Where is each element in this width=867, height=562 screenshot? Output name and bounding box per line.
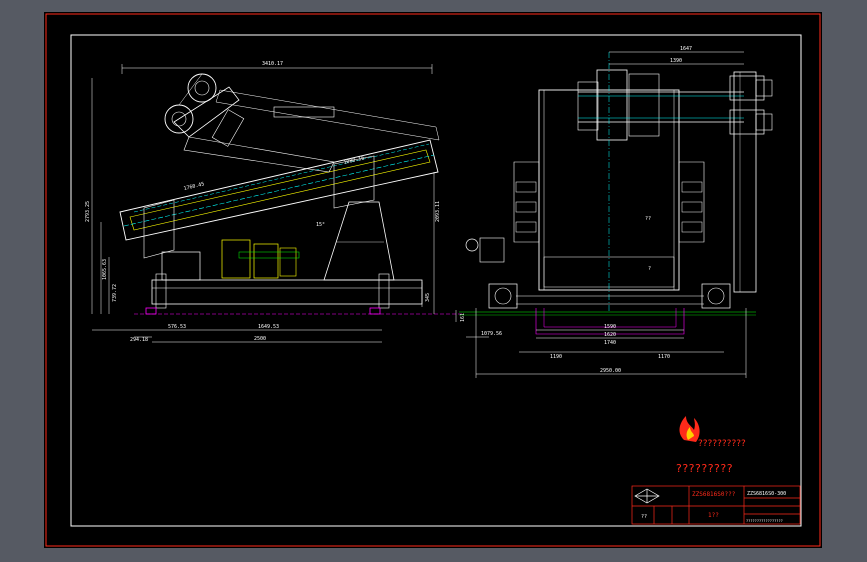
dim-inner-2: 1620 [604, 332, 616, 338]
dim-height-left: 2793.25 [85, 201, 91, 222]
dim-left-offset: 1079.56 [481, 331, 502, 337]
dim-span-1: 576.53 [168, 324, 186, 330]
drawing-name: ZZS6816S0??? [692, 491, 736, 498]
dim-half-right: 1170 [658, 354, 670, 360]
drawing-code: ZZS6816S0-300 [747, 491, 786, 497]
dim-left-mid: 1065.63 [102, 259, 108, 280]
company-logo-icon [634, 488, 660, 504]
flame-logo-icon [679, 416, 700, 442]
dim-half-left: 1190 [550, 354, 562, 360]
dim-span-2: 1649.53 [258, 324, 279, 330]
dim-left-low: 739.72 [112, 284, 118, 302]
dim-top-2: 1390 [670, 58, 682, 64]
dim-top-1: 1647 [680, 46, 692, 52]
watermark-line1: ?????????? [698, 439, 746, 449]
dim-overall-length: 3410.17 [262, 61, 283, 67]
cad-drawing: 3410.17 2793.25 2093.11 1080.16 1760.45 … [45, 13, 821, 547]
dim-foot: 161 [460, 313, 466, 322]
scale-label: 1?? [708, 512, 719, 519]
mark-center: ?? [645, 216, 651, 222]
logo-text: ?? [641, 514, 647, 520]
dim-bottom-left: 294.18 [130, 337, 148, 343]
inner-frame [70, 34, 802, 527]
mark-lower: ? [648, 266, 651, 272]
dim-overall: 2950.00 [600, 368, 621, 374]
footer-text: ????????????????? [746, 519, 783, 523]
watermark-line2: ????????? [676, 462, 733, 475]
drawing-sheet: 3410.17 2793.25 2093.11 1080.16 1760.45 … [44, 12, 822, 548]
dim-inner-3: 1740 [604, 340, 616, 346]
dim-height-right: 2093.11 [435, 201, 441, 222]
dim-total: 2500 [254, 336, 266, 342]
side-view [91, 64, 464, 343]
dim-base-height: 345 [425, 293, 431, 302]
angle-label: 15° [316, 222, 325, 228]
dim-incline-lower: 1760.45 [183, 181, 205, 192]
dim-inner-1: 1590 [604, 324, 616, 330]
